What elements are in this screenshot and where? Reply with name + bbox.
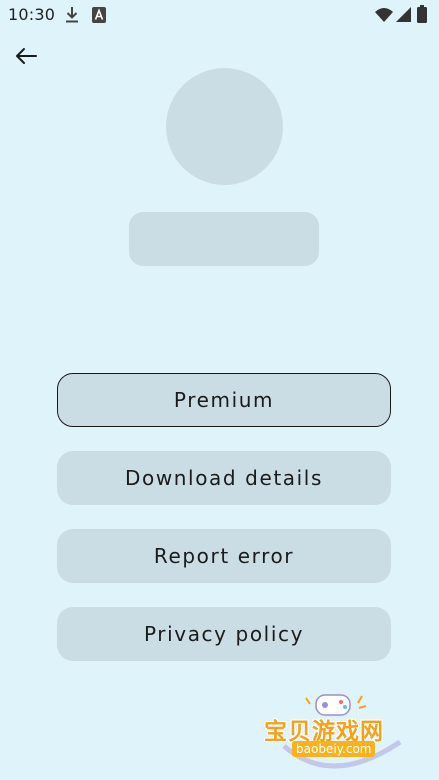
status-time: 10:30 [8,5,56,24]
download-details-button-label: Download details [124,466,323,490]
avatar [166,68,283,185]
back-button[interactable] [10,44,42,72]
watermark-url: baobeiy.com [292,741,376,757]
premium-button[interactable]: Premium [57,373,391,427]
battery-icon [417,5,427,27]
wifi-icon [375,7,393,27]
status-bar: 10:30 [0,0,439,30]
a-letter-icon [92,7,106,27]
privacy-policy-button[interactable]: Privacy policy [57,607,391,661]
report-error-button-label: Report error [153,544,295,568]
report-error-button[interactable]: Report error [57,529,391,583]
privacy-policy-button-label: Privacy policy [143,622,305,646]
premium-button-label: Premium [173,388,275,412]
username-placeholder [129,212,319,266]
download-details-button[interactable]: Download details [57,451,391,505]
arrow-left-icon [14,47,38,69]
download-icon [64,6,80,28]
signal-icon [396,7,411,27]
watermark-logo: 宝贝游戏网 baobeiy.com [262,690,412,772]
